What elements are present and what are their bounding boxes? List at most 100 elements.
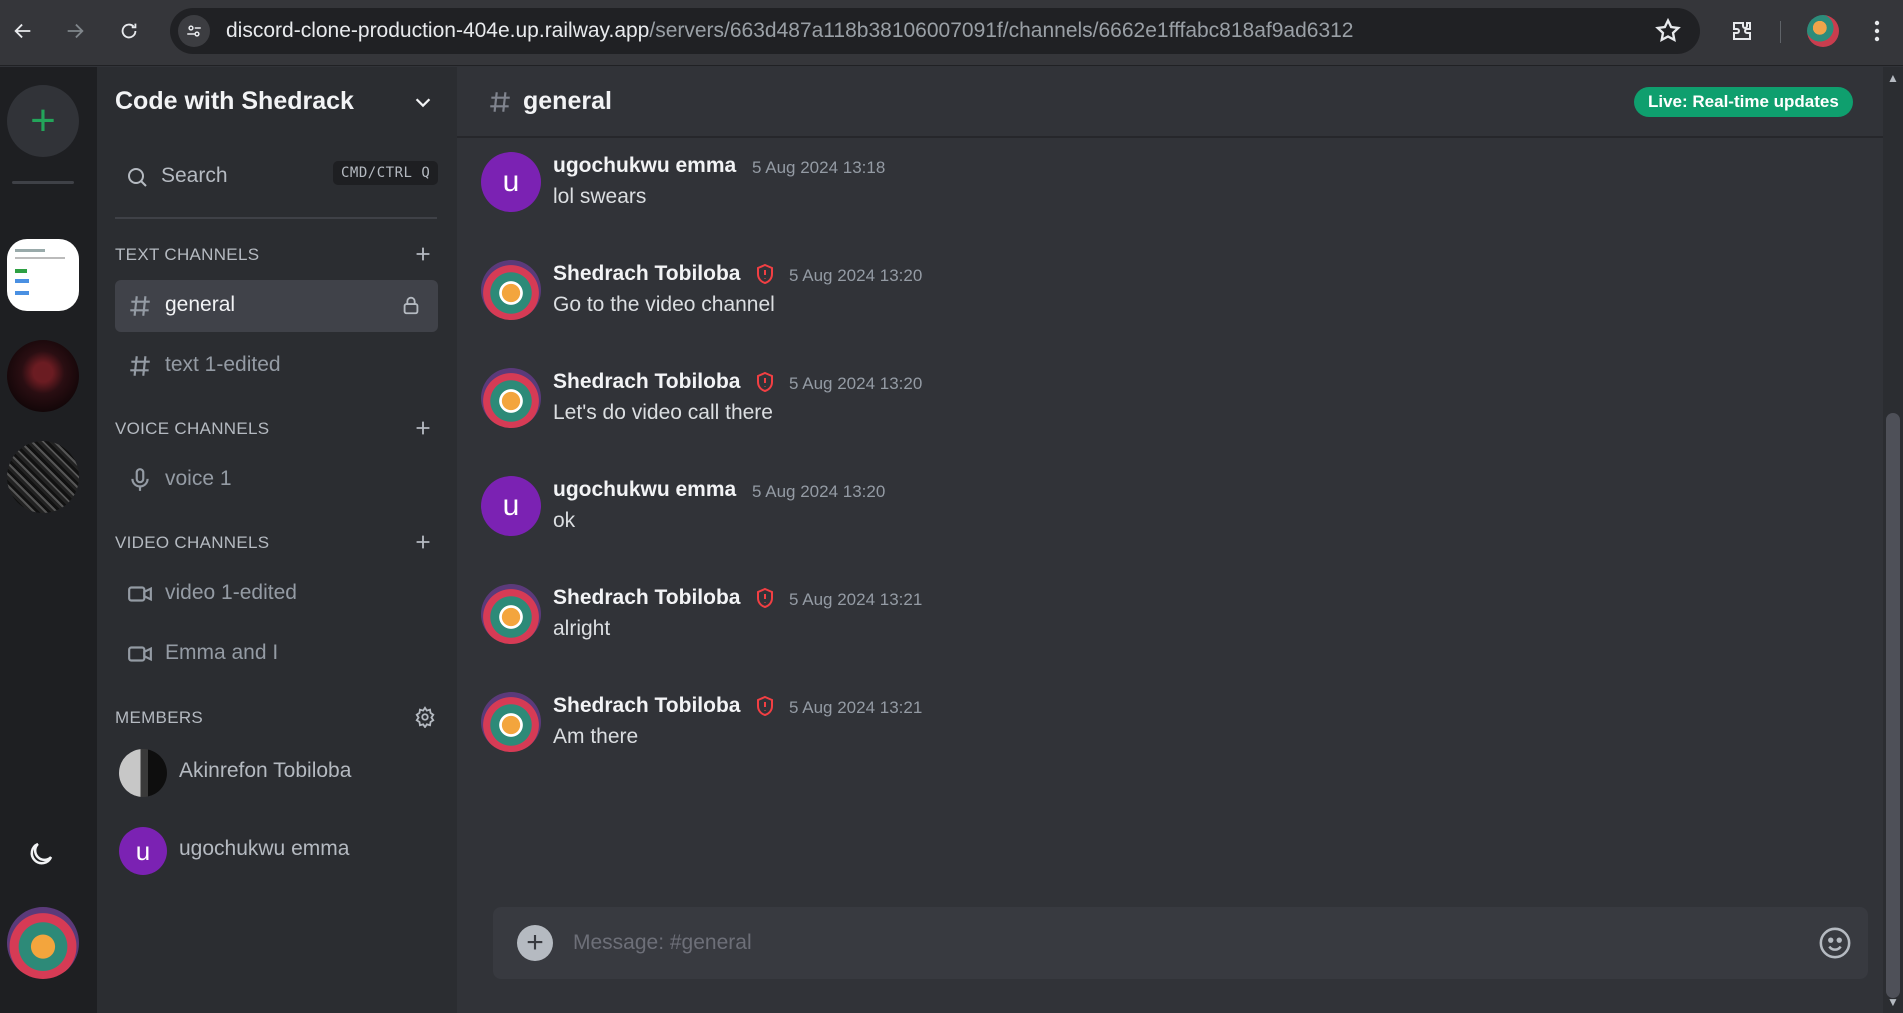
url-text[interactable]: discord-clone-production-404e.up.railway…	[226, 19, 1354, 43]
admin-shield-icon	[755, 587, 775, 609]
avatar[interactable]	[481, 260, 541, 320]
message-timestamp: 5 Aug 2024 13:20	[752, 482, 886, 501]
add-video-channel-plus-icon[interactable]	[412, 531, 434, 553]
message-timestamp: 5 Aug 2024 13:18	[752, 158, 886, 177]
message-author[interactable]: Shedrach Tobiloba	[553, 694, 740, 718]
channel-label: text 1-edited	[165, 353, 281, 376]
back-icon[interactable]	[6, 14, 40, 48]
avatar[interactable]	[481, 692, 541, 752]
hash-icon	[127, 293, 153, 319]
server-name: Code with Shedrack	[115, 87, 354, 115]
server-header[interactable]: Code with Shedrack	[97, 67, 457, 137]
browser-menu-icon[interactable]	[1860, 14, 1894, 48]
bookmark-star-icon[interactable]	[1654, 17, 1682, 45]
admin-shield-icon	[755, 695, 775, 717]
message-timestamp: 5 Aug 2024 13:21	[789, 590, 923, 609]
server-icon-2[interactable]	[7, 340, 79, 412]
sidebar-divider	[115, 217, 437, 219]
message-text: Go to the video channel	[553, 293, 775, 316]
add-server-button[interactable]: +	[7, 85, 79, 157]
member-akinrefon-tobiloba[interactable]: Akinrefon Tobiloba	[115, 744, 438, 802]
channel-label: video 1-edited	[165, 581, 297, 604]
message-item: Shedrach Tobiloba 5 Aug 2024 13:20 Go to…	[457, 260, 1883, 360]
member-ugochukwu-emma[interactable]: u ugochukwu emma	[115, 822, 438, 880]
avatar[interactable]	[481, 584, 541, 644]
hash-icon	[487, 89, 513, 115]
lock-icon	[400, 294, 422, 316]
avatar[interactable]	[481, 368, 541, 428]
message-timestamp: 5 Aug 2024 13:21	[789, 698, 923, 717]
page-scrollbar[interactable]: ▲ ▼	[1883, 67, 1903, 1013]
section-members: MEMBERS	[115, 708, 204, 727]
chevron-down-icon[interactable]	[412, 91, 434, 113]
video-camera-icon	[127, 641, 153, 667]
avatar[interactable]: u	[481, 476, 541, 536]
member-name: ugochukwu emma	[179, 837, 350, 860]
section-text-channels: TEXT CHANNELS	[115, 245, 260, 264]
admin-shield-icon	[755, 371, 775, 393]
extensions-icon[interactable]	[1725, 14, 1759, 48]
scrollbar-thumb[interactable]	[1886, 413, 1900, 998]
add-text-channel-plus-icon[interactable]	[412, 243, 434, 265]
scroll-down-arrow-icon[interactable]: ▼	[1887, 995, 1899, 1009]
browser-profile-avatar[interactable]	[1807, 15, 1839, 47]
channel-general[interactable]: general	[115, 280, 438, 332]
message-input[interactable]	[573, 925, 1753, 961]
avatar	[119, 749, 167, 797]
search-shortcut: CMD/CTRL Q	[333, 161, 439, 185]
theme-toggle-moon-icon[interactable]	[26, 839, 56, 869]
emoji-picker-icon[interactable]	[1818, 926, 1852, 960]
section-voice-channels: VOICE CHANNELS	[115, 419, 270, 438]
channel-label: voice 1	[165, 467, 232, 490]
add-voice-channel-plus-icon[interactable]	[412, 417, 434, 439]
message-timestamp: 5 Aug 2024 13:20	[789, 266, 923, 285]
channel-sidebar: Code with Shedrack Search CMD/CTRL Q TEX…	[97, 67, 457, 1013]
site-info-icon[interactable]	[178, 15, 210, 47]
live-status-badge: Live: Real-time updates	[1634, 87, 1853, 117]
forward-icon[interactable]	[58, 14, 92, 48]
video-camera-icon	[127, 581, 153, 607]
message-author[interactable]: ugochukwu emma	[553, 154, 736, 178]
message-author[interactable]: Shedrach Tobiloba	[553, 370, 740, 394]
message-timestamp: 5 Aug 2024 13:20	[789, 374, 923, 393]
channel-voice-1[interactable]: voice 1	[115, 454, 438, 506]
message-item: Shedrach Tobiloba 5 Aug 2024 13:21 alrig…	[457, 584, 1883, 684]
manage-members-gear-icon[interactable]	[414, 706, 436, 729]
channel-video-1-edited[interactable]: video 1-edited	[115, 568, 438, 620]
server-rail: +	[0, 67, 97, 1013]
search-button[interactable]: Search CMD/CTRL Q	[115, 155, 445, 199]
message-author[interactable]: Shedrach Tobiloba	[553, 586, 740, 610]
url-path: /servers/663d487a118b38106007091f/channe…	[649, 19, 1354, 42]
message-author[interactable]: ugochukwu emma	[553, 478, 736, 502]
attach-plus-icon[interactable]: +	[517, 925, 553, 961]
message-text: ok	[553, 509, 576, 532]
message-item: Shedrach Tobiloba 5 Aug 2024 13:21 Am th…	[457, 692, 1883, 792]
microphone-icon	[127, 467, 153, 493]
address-bar[interactable]: discord-clone-production-404e.up.railway…	[170, 8, 1700, 54]
url-host: discord-clone-production-404e.up.railway…	[226, 19, 650, 42]
section-video-channels: VIDEO CHANNELS	[115, 533, 270, 552]
reload-icon[interactable]	[112, 14, 146, 48]
channel-label: Emma and I	[165, 641, 279, 664]
server-icon-1[interactable]	[7, 239, 79, 311]
chat-header: general Live: Real-time updates	[457, 67, 1883, 138]
search-icon	[125, 165, 149, 189]
message-item: u ugochukwu emma 5 Aug 2024 13:20 ok	[457, 476, 1883, 576]
channel-text-1-edited[interactable]: text 1-edited	[115, 340, 438, 392]
plus-icon: +	[30, 96, 56, 145]
scroll-up-arrow-icon[interactable]: ▲	[1887, 71, 1899, 85]
user-avatar[interactable]	[7, 907, 79, 979]
server-icon-3[interactable]	[7, 441, 79, 513]
search-label: Search	[161, 164, 228, 187]
channel-emma-and-i[interactable]: Emma and I	[115, 628, 438, 680]
hash-icon	[127, 353, 153, 379]
chat-area: general Live: Real-time updates u ugochu…	[457, 67, 1883, 1013]
admin-shield-icon	[755, 263, 775, 285]
browser-toolbar: discord-clone-production-404e.up.railway…	[0, 0, 1903, 66]
message-text: Let's do video call there	[553, 401, 773, 424]
message-text: lol swears	[553, 185, 647, 208]
rail-divider	[12, 181, 74, 184]
avatar[interactable]: u	[481, 152, 541, 212]
message-author[interactable]: Shedrach Tobiloba	[553, 262, 740, 286]
channel-title: general	[523, 87, 612, 115]
